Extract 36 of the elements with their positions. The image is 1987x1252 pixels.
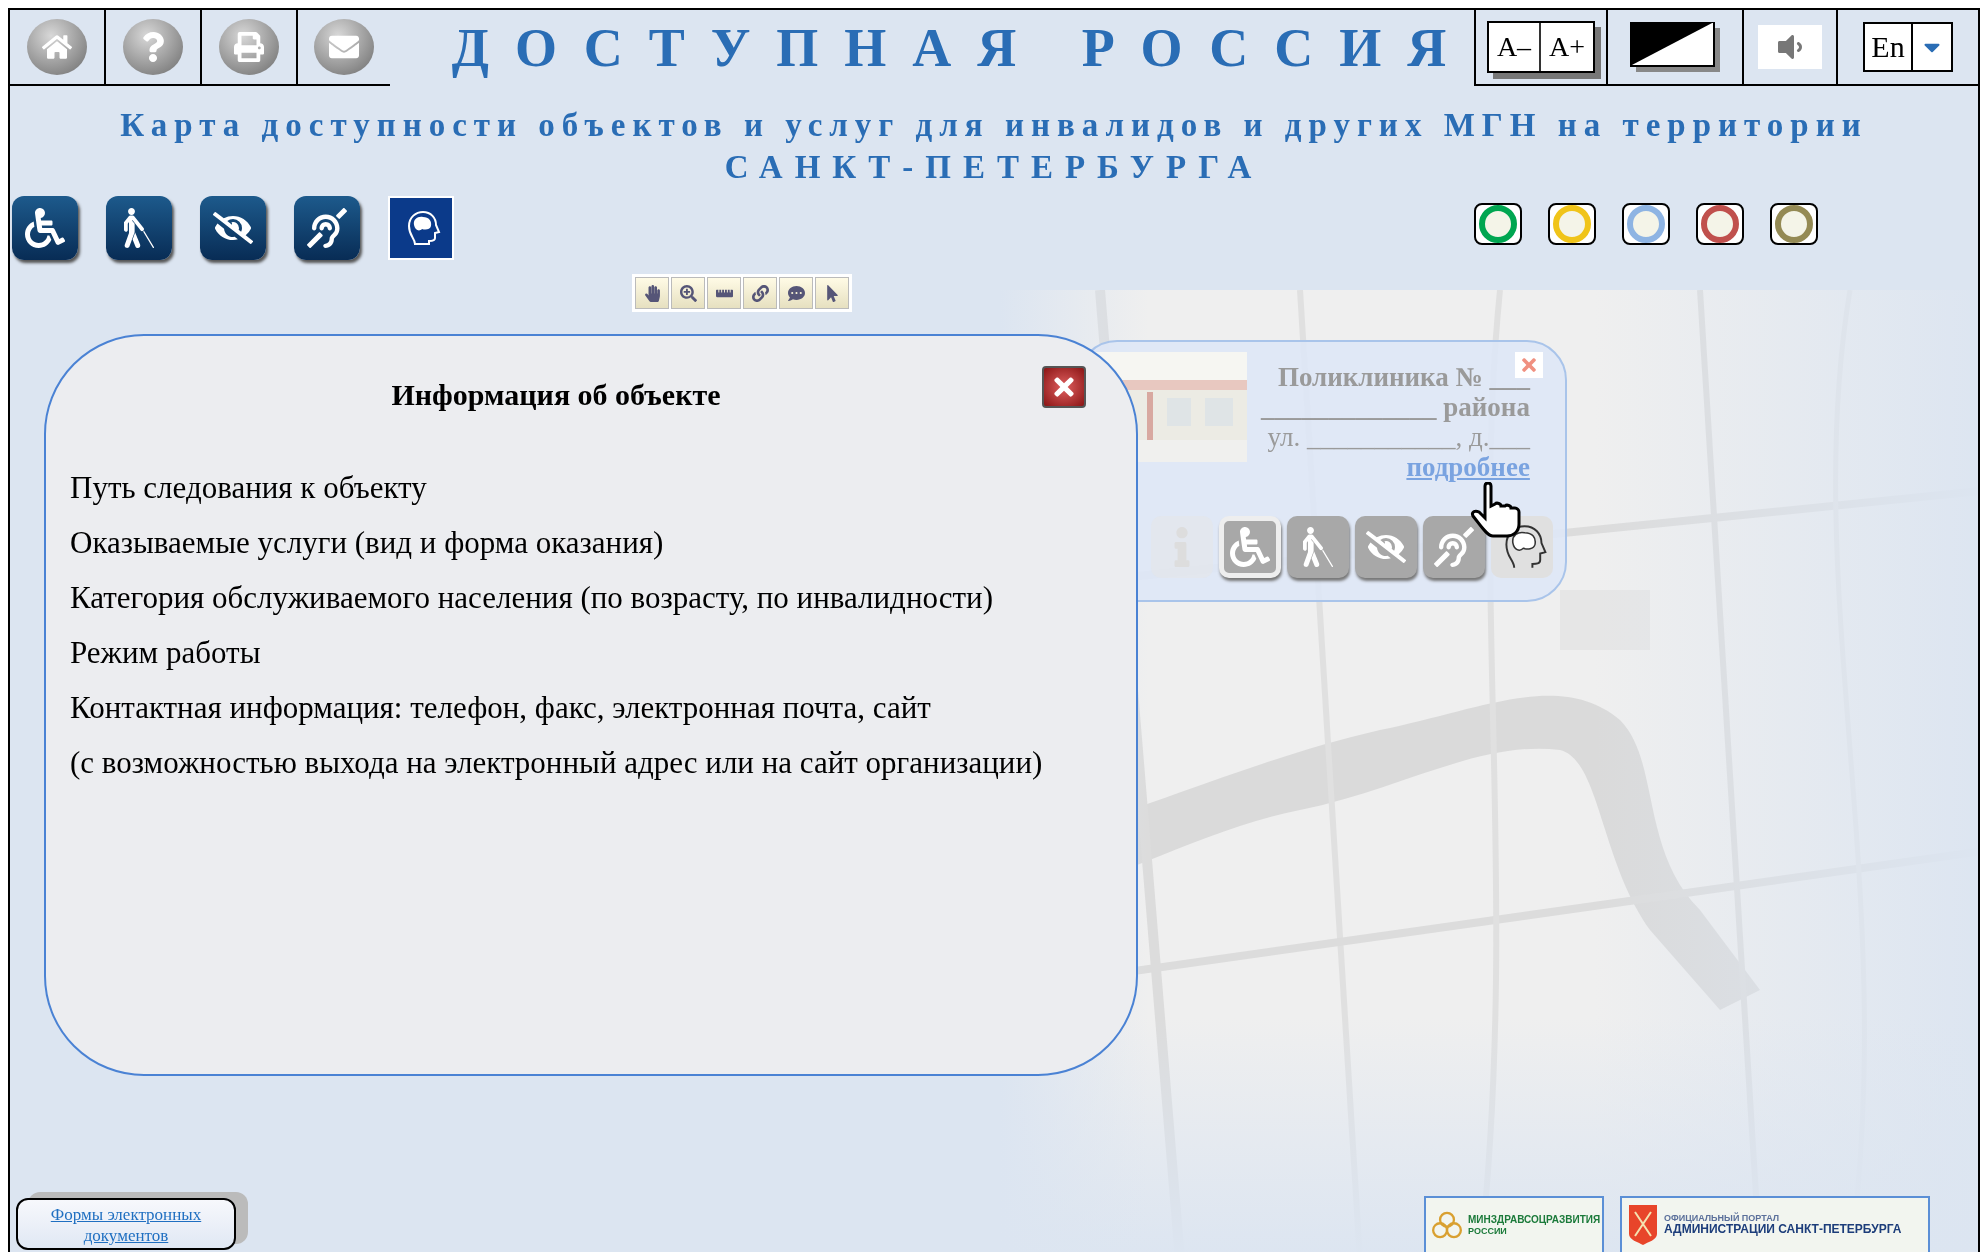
info-item: Контактная информация: телефон, факс, электронная почта, сайт [70,690,932,726]
contrast-button[interactable] [1630,22,1720,72]
dialog-title: Информация об объекте [390,377,722,412]
zoom-tool-button[interactable] [671,277,705,309]
link-icon [751,284,769,302]
measure-tool-button[interactable] [707,277,741,309]
category-filter-button[interactable] [200,196,266,260]
info-item: Режим работы [70,635,262,671]
category-filter-button[interactable] [388,196,454,260]
link-tool-button[interactable] [743,277,777,309]
home-icon [42,32,72,62]
info-item: Путь следования к объекту [70,470,428,506]
mail-button[interactable] [314,19,374,75]
info-item: Оказываемые услуги (вид и форма оказания) [70,525,665,561]
zoom-icon [679,284,697,302]
category-filter-button[interactable] [12,196,78,260]
printer-icon [234,32,264,62]
category-filter-button[interactable] [106,196,172,260]
crossed-ear-icon [307,208,347,248]
hand-icon [643,284,661,302]
help-button[interactable] [123,19,183,75]
comment-tool-button[interactable] [779,277,813,309]
category-filter-button[interactable] [294,196,360,260]
print-button[interactable] [219,19,279,75]
info-item: Категория обслуживаемого населения (по возрасту, по инвалидности) [70,580,994,616]
home-button[interactable] [27,19,87,75]
pointer-tool-button[interactable] [815,277,849,309]
info-item: (с возможностью выхода на электронный адрес или на сайт организации) [70,745,1044,781]
wheelchair-icon [25,208,65,248]
sound-button[interactable] [1758,25,1822,69]
pan-tool-button[interactable] [635,277,669,309]
comment-icon [787,284,805,302]
site-title: ДОСТУПНАЯ РОССИЯ [450,17,1474,79]
subtitle-line: Карта доступности объектов и услуг для инвалидов и других МГН на территории [119,106,1869,145]
language-select[interactable]: En [1863,22,1953,72]
subtitle-line: САНКТ-ПЕТЕРБУРГА [723,148,1265,187]
